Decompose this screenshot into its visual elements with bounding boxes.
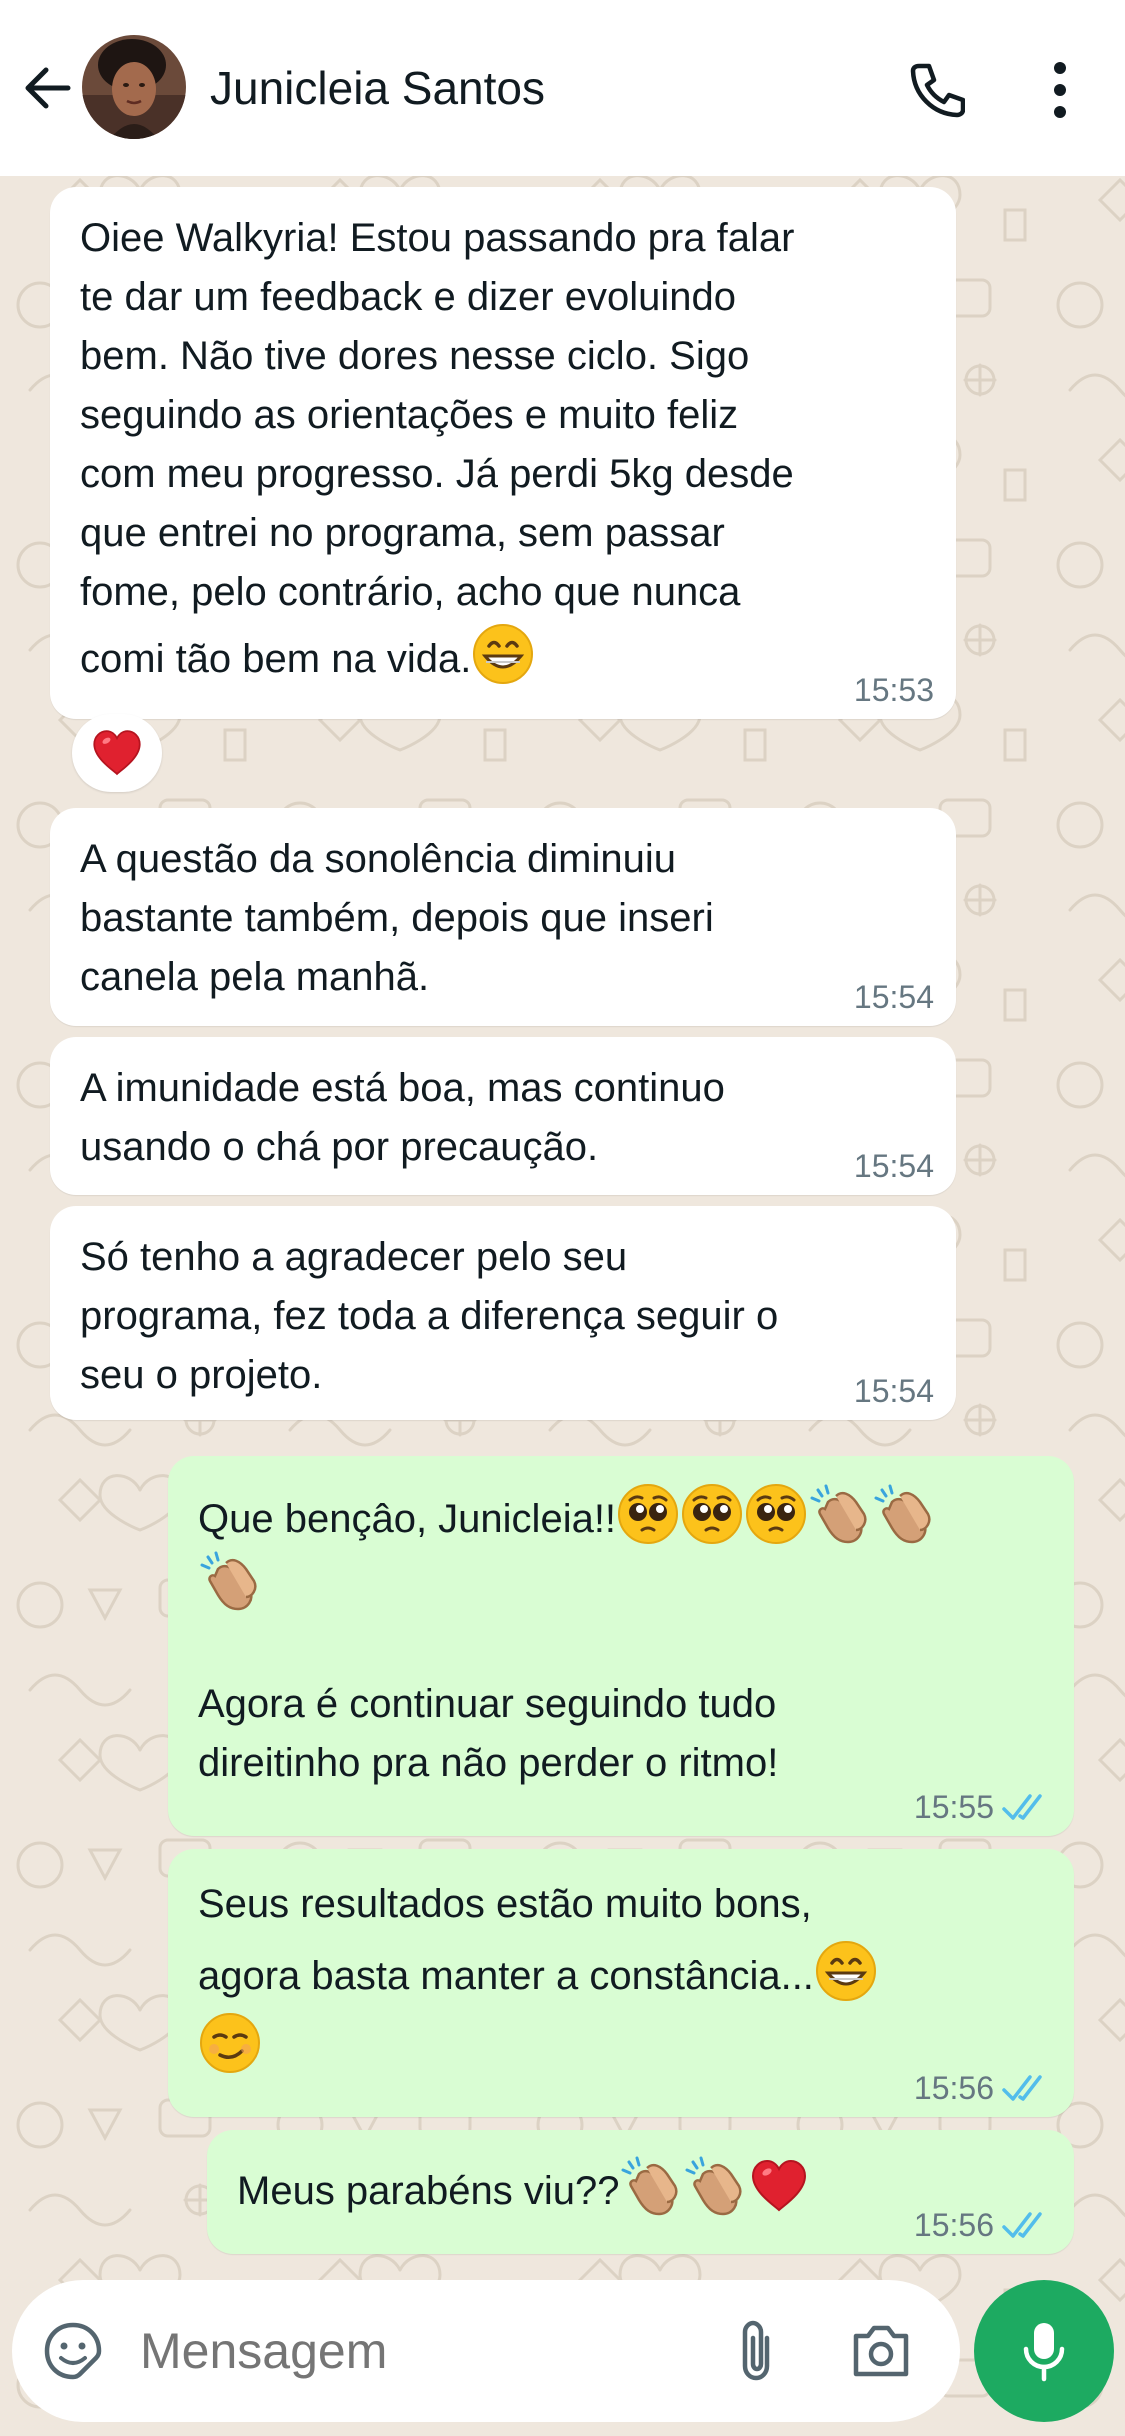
- clapping-hands-icon: [808, 1482, 872, 1546]
- read-receipt-icon: [1002, 2210, 1052, 2242]
- voice-message-button[interactable]: [974, 2280, 1114, 2422]
- red-heart-icon: [747, 2154, 811, 2218]
- smirking-face-icon: [198, 2011, 262, 2075]
- more-vertical-icon: [1054, 62, 1066, 118]
- contact-avatar[interactable]: [82, 35, 186, 139]
- message-time: 15:54: [854, 979, 934, 1016]
- pleading-face-icon: [616, 1482, 680, 1546]
- pleading-face-icon: [744, 1482, 808, 1546]
- message-text-line: Que bençâo, Junicleia!!: [198, 1497, 617, 1541]
- message-reaction[interactable]: [72, 714, 162, 792]
- more-options-button[interactable]: [1035, 58, 1085, 122]
- message-time: 15:55: [914, 1789, 1052, 1826]
- clapping-hands-icon: [683, 2154, 747, 2218]
- message-time: 15:56: [914, 2070, 1052, 2107]
- message-composer: [12, 2280, 960, 2422]
- timestamp: 15:54: [853, 979, 934, 1015]
- phone-icon: [910, 63, 966, 118]
- sticker-smiley-icon: [44, 2322, 102, 2380]
- chat-header: Junicleia Santos: [0, 0, 1125, 176]
- timestamp: 15:56: [913, 2070, 994, 2106]
- message-text: A questão da sonolência diminuiu bastant…: [80, 837, 714, 999]
- message-time: 15:53: [854, 672, 934, 709]
- message-time: 15:56: [914, 2207, 1052, 2244]
- timestamp: 15:54: [853, 1373, 934, 1409]
- timestamp: 15:54: [853, 1148, 934, 1184]
- message-text-body: Meus parabéns viu??: [237, 2169, 620, 2213]
- clapping-hands-icon: [619, 2154, 683, 2218]
- message-text-line: Seus resultados estão muito bons,: [198, 1882, 812, 1926]
- message-text-line: agora basta manter a constância...: [198, 1954, 814, 1998]
- message-bubble-incoming[interactable]: A imunidade está boa, mas continuo usand…: [50, 1037, 956, 1195]
- message-bubble-incoming[interactable]: Só tenho a agradecer pelo seu programa, …: [50, 1206, 956, 1420]
- voice-call-button[interactable]: [905, 60, 966, 120]
- message-bubble-outgoing[interactable]: Meus parabéns viu?? 15:56: [207, 2130, 1074, 2254]
- message-time: 15:54: [854, 1373, 934, 1410]
- message-time: 15:54: [854, 1148, 934, 1185]
- back-button[interactable]: [18, 58, 78, 118]
- read-receipt-icon: [1002, 1792, 1052, 1824]
- grinning-face-icon: [471, 622, 535, 686]
- message-text: Que bençâo, Junicleia!! Agora é continua…: [198, 1482, 1050, 1793]
- camera-icon: [853, 2325, 909, 2377]
- microphone-icon: [1023, 2323, 1065, 2382]
- grinning-face-icon: [814, 1939, 878, 2003]
- timestamp: 15:53: [853, 672, 934, 708]
- clapping-hands-icon: [872, 1482, 936, 1546]
- red-heart-icon: [89, 725, 145, 781]
- camera-button[interactable]: [850, 2322, 912, 2378]
- pleading-face-icon: [680, 1482, 744, 1546]
- read-receipt-icon: [1002, 2073, 1052, 2105]
- message-text: Seus resultados estão muito bons, agora …: [198, 1869, 1050, 2083]
- timestamp: 15:56: [913, 2207, 994, 2243]
- attach-button[interactable]: [727, 2318, 787, 2384]
- message-text: Só tenho a agradecer pelo seu programa, …: [80, 1235, 779, 1397]
- contact-name[interactable]: Junicleia Santos: [210, 58, 545, 118]
- message-text: A imunidade está boa, mas continuo usand…: [80, 1066, 725, 1169]
- message-text: Oiee Walkyria! Estou passando pra falar …: [80, 209, 932, 689]
- message-text-body: Oiee Walkyria! Estou passando pra falar …: [80, 216, 795, 681]
- message-text-body: Agora é continuar seguindo tudo direitin…: [198, 1682, 779, 1785]
- message-bubble-incoming[interactable]: A questão da sonolência diminuiu bastant…: [50, 808, 956, 1026]
- message-bubble-outgoing[interactable]: Seus resultados estão muito bons, agora …: [168, 1849, 1074, 2117]
- message-bubble-incoming[interactable]: Oiee Walkyria! Estou passando pra falar …: [50, 187, 956, 719]
- paperclip-icon: [742, 2320, 770, 2381]
- clapping-hands-icon: [198, 1549, 262, 1613]
- message-bubble-outgoing[interactable]: Que bençâo, Junicleia!! Agora é continua…: [168, 1456, 1074, 1836]
- message-input[interactable]: [140, 2320, 700, 2382]
- arrow-left-icon: [25, 67, 71, 109]
- timestamp: 15:55: [913, 1789, 994, 1825]
- emoji-button[interactable]: [42, 2320, 104, 2382]
